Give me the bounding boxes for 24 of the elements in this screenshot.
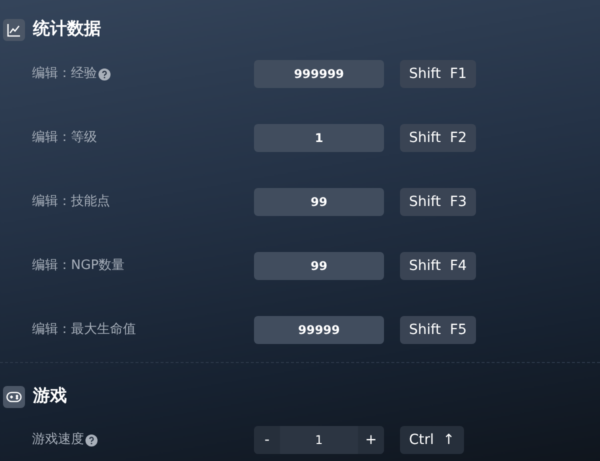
section-title: 游戏 [33,385,67,408]
option-label: 编辑：最大生命值 [32,321,136,340]
hotkey-button[interactable]: Shift F4 [400,252,476,280]
value-field[interactable]: 99 [254,252,384,280]
section-title: 统计数据 [33,18,101,42]
number-stepper[interactable]: - 1 + [254,426,384,454]
hotkey-button[interactable]: Ctrl ↑ [400,426,464,454]
hotkey-button[interactable]: Shift F5 [400,316,476,344]
option-label: 编辑：经验 [32,65,97,84]
chart-icon [3,19,25,41]
hotkey-button[interactable]: Shift F2 [400,124,476,152]
option-label: 编辑：技能点 [32,193,110,212]
help-icon[interactable] [85,434,98,446]
value-field[interactable]: 1 [254,124,384,152]
option-label: 编辑：NGP数量 [32,257,125,276]
option-label: 编辑：等级 [32,129,97,148]
value-field[interactable]: 99 [254,188,384,216]
option-label: 游戏速度 [32,431,84,450]
value-field[interactable]: 999999 [254,60,384,88]
hotkey-button[interactable]: Shift F1 [400,60,476,88]
help-icon[interactable] [98,68,111,80]
gamepad-icon [3,386,25,408]
value-field[interactable]: 99999 [254,316,384,344]
hotkey-button[interactable]: Shift F3 [400,188,476,216]
